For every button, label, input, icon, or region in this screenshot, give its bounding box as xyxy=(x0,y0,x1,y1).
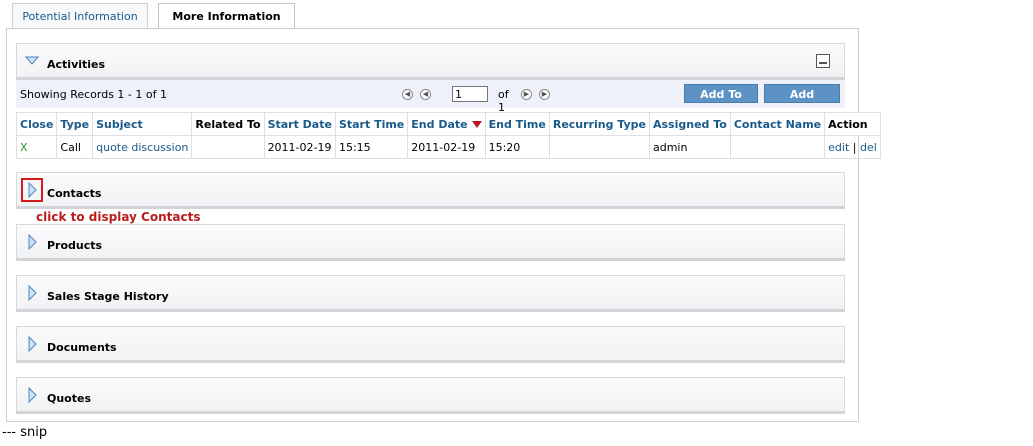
activities-title: Activities xyxy=(47,58,106,71)
page-of-label: of 1 xyxy=(498,88,509,114)
triangle-down-icon[interactable] xyxy=(25,53,39,69)
activities-table: Close Type Subject Related To Start Date… xyxy=(15,112,881,159)
col-end-date[interactable]: End Date xyxy=(407,112,486,136)
sales-stage-history-section-header[interactable]: Sales Stage History xyxy=(16,275,845,312)
col-start-date[interactable]: Start Date xyxy=(263,112,336,136)
delete-link[interactable]: del xyxy=(860,141,877,154)
products-title: Products xyxy=(47,239,103,252)
add-event-button[interactable]: Add Event xyxy=(764,84,840,120)
col-assigned-to[interactable]: Assigned To xyxy=(648,112,731,136)
subject-cell: quote discussion xyxy=(92,135,193,159)
page-number-input[interactable] xyxy=(452,86,488,102)
recurring-type-cell xyxy=(548,135,650,159)
documents-title: Documents xyxy=(47,341,117,354)
next-page-icon[interactable]: ▶ xyxy=(521,89,532,100)
triangle-right-icon[interactable] xyxy=(25,234,39,250)
close-cell[interactable]: X xyxy=(15,135,58,159)
edit-link[interactable]: edit xyxy=(828,141,849,154)
end-time-cell: 15:20 xyxy=(484,135,550,159)
highlight-box xyxy=(21,178,43,202)
tab-more-information[interactable]: More Information xyxy=(158,3,295,30)
type-cell: Call xyxy=(56,135,94,159)
quotes-title: Quotes xyxy=(47,392,92,405)
activities-section-header[interactable]: Activities xyxy=(16,43,845,80)
col-subject[interactable]: Subject xyxy=(92,112,193,136)
action-separator: | xyxy=(852,140,857,154)
triangle-right-icon[interactable] xyxy=(25,285,39,301)
sales-stage-history-title: Sales Stage History xyxy=(47,290,169,303)
col-contact-name[interactable]: Contact Name xyxy=(729,112,826,136)
col-end-time[interactable]: End Time xyxy=(484,112,550,136)
annotation-text: click to display Contacts xyxy=(36,210,201,224)
related-to-cell xyxy=(191,135,265,159)
col-action: Action xyxy=(824,112,881,136)
quotes-section-header[interactable]: Quotes xyxy=(16,377,845,414)
assigned-to-cell: admin xyxy=(648,135,731,159)
panel-toggle-icon[interactable] xyxy=(816,54,830,68)
action-cell: edit | del xyxy=(824,135,881,159)
col-close[interactable]: Close xyxy=(15,112,58,136)
subject-link[interactable]: quote discussion xyxy=(96,141,188,154)
close-activity-link[interactable]: X xyxy=(20,141,28,154)
col-recurring-type[interactable]: Recurring Type xyxy=(548,112,650,136)
tab-potential-information[interactable]: Potential Information xyxy=(12,3,148,28)
end-date-label: End Date xyxy=(411,117,468,131)
first-page-icon[interactable]: ◀ xyxy=(402,89,413,100)
start-time-cell: 15:15 xyxy=(334,135,409,159)
snip-note: --- snip xyxy=(2,425,48,440)
col-related-to: Related To xyxy=(191,112,265,136)
documents-section-header[interactable]: Documents xyxy=(16,326,845,363)
end-date-cell: 2011-02-19 xyxy=(407,135,486,159)
prev-page-icon[interactable]: ◀ xyxy=(420,89,431,100)
triangle-right-icon[interactable] xyxy=(25,387,39,403)
table-row: X Call quote discussion 2011-02-19 15:15… xyxy=(15,135,881,159)
contacts-title: Contacts xyxy=(47,187,102,200)
col-type[interactable]: Type xyxy=(56,112,94,136)
records-count: Showing Records 1 - 1 of 1 xyxy=(20,88,167,101)
add-todo-button[interactable]: Add To Do xyxy=(684,84,758,120)
table-header-row: Close Type Subject Related To Start Date… xyxy=(15,112,881,136)
triangle-right-icon[interactable] xyxy=(25,336,39,352)
contact-name-cell xyxy=(729,135,826,159)
contacts-section-header[interactable]: Contacts xyxy=(16,172,845,209)
products-section-header[interactable]: Products xyxy=(16,224,845,261)
last-page-icon[interactable]: ▶ xyxy=(539,89,550,100)
col-start-time[interactable]: Start Time xyxy=(334,112,409,136)
sort-desc-icon xyxy=(471,121,482,128)
start-date-cell: 2011-02-19 xyxy=(263,135,336,159)
activities-toolbar: Showing Records 1 - 1 of 1 ◀ ◀ of 1 ▶ ▶ … xyxy=(16,80,845,120)
